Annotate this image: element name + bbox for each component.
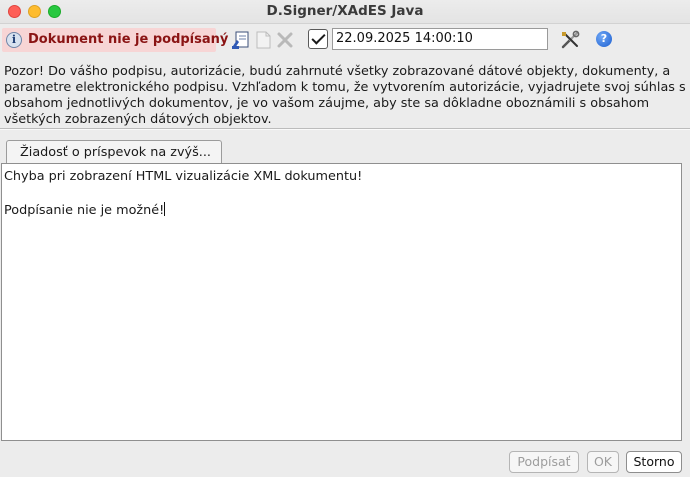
sign-button[interactable]: Podpísať (509, 451, 579, 473)
cancel-button[interactable]: Storno (626, 451, 682, 473)
sign-document-icon[interactable] (231, 30, 251, 50)
document-visualization-panel[interactable]: Chyba pri zobrazení HTML vizualizácie XM… (1, 163, 682, 441)
document-icon (256, 31, 271, 49)
help-icon[interactable]: ? (596, 31, 612, 47)
ok-button[interactable]: OK (587, 451, 619, 473)
error-detail: Podpísanie nie je možné! (4, 202, 166, 218)
tools-icon[interactable] (560, 30, 580, 50)
toolbar: i Dokument nie je podpísaný 22.09.2025 1… (0, 24, 690, 56)
remove-icon (277, 32, 293, 48)
info-icon: i (6, 32, 22, 48)
window-title: D.Signer/XAdES Java (266, 3, 424, 19)
tab-document[interactable]: Žiadosť o príspevok na zvýš... (6, 140, 222, 163)
warning-text: Pozor! Do vášho podpisu, autorizácie, bu… (4, 64, 686, 127)
text-caret (164, 202, 166, 216)
separator (0, 128, 690, 130)
signing-datetime-field[interactable]: 22.09.2025 14:00:10 (332, 28, 548, 50)
timestamp-checkbox[interactable] (308, 29, 328, 49)
error-message: Chyba pri zobrazení HTML vizualizácie XM… (4, 169, 363, 184)
signature-status-text: Dokument nie je podpísaný (28, 32, 229, 47)
signature-status-badge: i Dokument nie je podpísaný (2, 28, 228, 52)
title-bar: D.Signer/XAdES Java (0, 0, 690, 24)
